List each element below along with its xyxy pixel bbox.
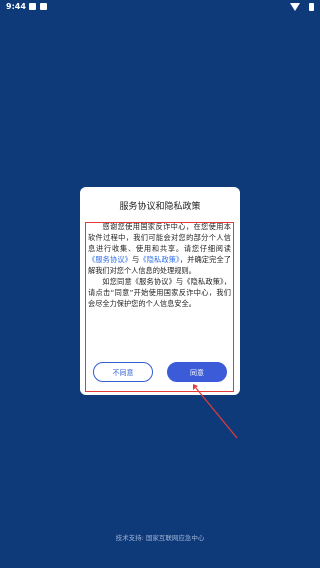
wifi-icon — [290, 3, 300, 11]
paragraph-1-text: 感谢您使用国家反诈中心，在您使用本软件过程中，我们可能会对您的部分个人信息进行收… — [88, 222, 231, 253]
image-icon — [29, 3, 36, 10]
paragraph-2: 如您同意《服务协议》与《隐私政策》，请点击“同意”开始使用国家反诈中心，我们会尽… — [88, 277, 231, 308]
annotation-arrow-line — [195, 387, 238, 439]
box-icon — [40, 3, 47, 10]
battery-icon — [309, 3, 314, 11]
paragraph-1: 感谢您使用国家反诈中心，在您使用本软件过程中，我们可能会对您的部分个人信息进行收… — [88, 221, 231, 276]
dialog-title: 服务协议和隐私政策 — [119, 202, 201, 212]
footer-text: 技术支持: 国家互联网应急中心 — [115, 534, 205, 542]
dialog-content: 感谢您使用国家反诈中心，在您使用本软件过程中，我们可能会对您的部分个人信息进行收… — [88, 221, 231, 309]
service-agreement-link[interactable]: 《服务协议》 — [88, 255, 132, 264]
privacy-policy-link[interactable]: 《隐私政策》 — [139, 255, 179, 264]
status-bar: 9:44 — [0, 0, 320, 14]
status-time: 9:44 — [6, 2, 26, 11]
agree-button[interactable]: 同意 — [167, 362, 227, 382]
disagree-button[interactable]: 不同意 — [93, 362, 153, 382]
